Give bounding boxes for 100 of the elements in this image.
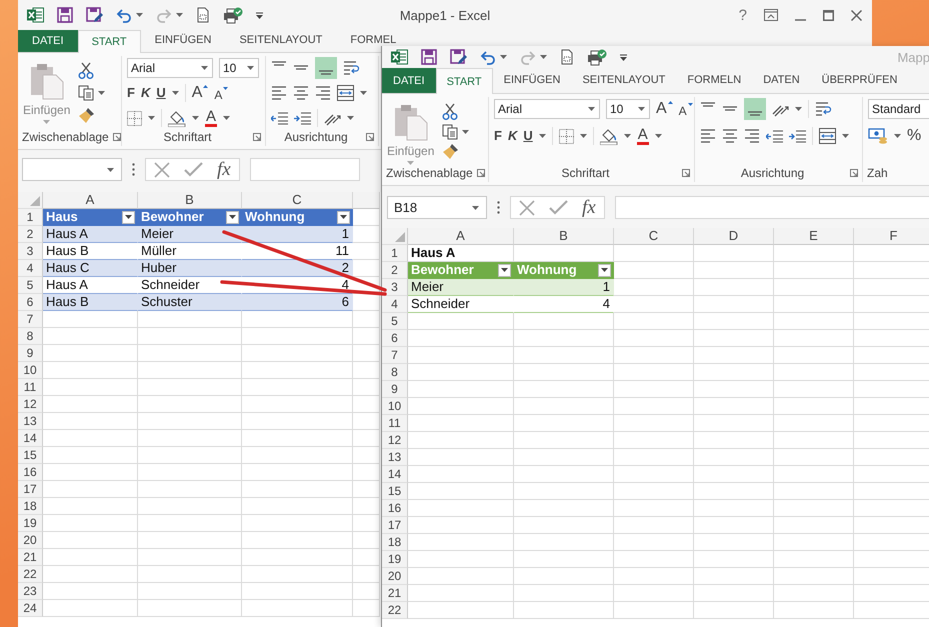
row-header[interactable]: 6 — [382, 330, 408, 347]
row-header[interactable]: 10 — [382, 398, 408, 415]
row-header[interactable]: 1 — [382, 245, 408, 262]
column-header[interactable]: F — [854, 228, 929, 245]
increase-indent-icon[interactable] — [294, 112, 311, 124]
merge-cells-icon[interactable] — [337, 85, 354, 101]
dropdown-caret-icon[interactable] — [201, 66, 208, 70]
filter-button[interactable] — [337, 210, 350, 224]
dropdown-caret-icon[interactable] — [136, 13, 143, 17]
column-header[interactable]: B — [138, 192, 242, 209]
row-header[interactable]: 2 — [382, 262, 408, 279]
dialog-launcher-icon[interactable] — [476, 169, 485, 177]
row-header[interactable]: 24 — [18, 600, 43, 617]
shrink-font-button[interactable]: A — [214, 84, 228, 102]
align-center-icon[interactable] — [722, 129, 738, 143]
row-header[interactable]: 17 — [18, 481, 43, 498]
save-as-icon[interactable] — [86, 6, 103, 24]
number-format-field[interactable]: Standard — [868, 99, 929, 119]
row-header[interactable]: 9 — [18, 345, 43, 362]
clipboard-icon[interactable] — [30, 62, 64, 100]
row-header[interactable]: 15 — [18, 447, 43, 464]
percent-button[interactable]: % — [907, 128, 922, 144]
undo-icon[interactable] — [116, 8, 132, 22]
dropdown-caret-icon[interactable] — [538, 134, 546, 138]
row-header[interactable]: 20 — [18, 532, 43, 549]
bold-button[interactable]: F — [494, 128, 502, 144]
print-preview-icon[interactable] — [196, 7, 210, 23]
font-color-button[interactable]: A — [636, 128, 649, 144]
font-size-field[interactable]: 10 — [219, 58, 259, 78]
underline-button[interactable]: U — [523, 128, 533, 144]
row-header[interactable]: 18 — [382, 534, 408, 551]
row-header[interactable]: 13 — [18, 413, 43, 430]
underline-button[interactable]: U — [156, 85, 166, 101]
fill-bucket-icon[interactable] — [600, 128, 618, 144]
row-header[interactable]: 17 — [382, 517, 408, 534]
increase-indent-icon[interactable] — [789, 130, 806, 142]
filter-button[interactable] — [598, 264, 611, 276]
row-header[interactable]: 8 — [382, 364, 408, 381]
align-left-icon[interactable] — [700, 129, 716, 143]
filter-button[interactable] — [226, 210, 239, 224]
copy-icon[interactable] — [78, 85, 94, 101]
decrease-indent-icon[interactable] — [271, 112, 288, 124]
help-button[interactable]: ? — [738, 6, 747, 24]
ribbon-tab[interactable]: DATEN — [752, 74, 811, 86]
row-header[interactable]: 15 — [382, 483, 408, 500]
row-header[interactable]: 9 — [382, 381, 408, 398]
ribbon-tab[interactable]: EINFÜGEN — [140, 34, 226, 46]
save-icon[interactable] — [421, 49, 437, 65]
row-header[interactable]: 13 — [382, 449, 408, 466]
font-size-field[interactable]: 10 — [606, 99, 650, 119]
column-header[interactable]: D — [694, 228, 774, 245]
column-header[interactable]: C — [242, 192, 353, 209]
file-tab[interactable]: DATEI — [18, 30, 78, 52]
dialog-launcher-icon[interactable] — [366, 133, 374, 141]
dropdown-caret-icon[interactable] — [795, 107, 802, 111]
font-name-field[interactable]: Arial — [127, 58, 213, 78]
dropdown-caret-icon[interactable] — [842, 134, 849, 138]
decrease-indent-icon[interactable] — [766, 130, 783, 142]
ribbon-tab[interactable]: ÜBERPRÜFEN — [810, 74, 908, 86]
copy-icon[interactable] — [442, 124, 458, 140]
borders-icon[interactable] — [558, 128, 574, 144]
row-header[interactable]: 19 — [382, 551, 408, 568]
currency-icon[interactable] — [868, 128, 888, 144]
dropdown-caret-icon[interactable] — [472, 206, 479, 210]
row-header[interactable]: 12 — [382, 432, 408, 449]
align-right-icon[interactable] — [744, 129, 760, 143]
dropdown-caret-icon[interactable] — [654, 134, 662, 138]
grip-icon[interactable] — [132, 163, 135, 176]
italic-button[interactable]: K — [140, 85, 150, 101]
dropdown-caret-icon[interactable] — [223, 116, 230, 120]
clipboard-icon[interactable] — [394, 103, 428, 141]
insert-function-button[interactable]: fx — [582, 196, 596, 218]
row-header[interactable]: 22 — [18, 566, 43, 583]
column-header[interactable]: A — [43, 192, 138, 209]
dropdown-caret-icon[interactable] — [500, 55, 507, 59]
cut-icon[interactable] — [78, 62, 94, 79]
printer-check-icon[interactable] — [587, 48, 607, 66]
row-header[interactable]: 2 — [18, 226, 43, 243]
column-header[interactable]: B — [514, 228, 614, 245]
filter-button[interactable] — [498, 264, 511, 276]
ribbon-tab[interactable]: FORMELN — [676, 74, 752, 86]
dropdown-caret-icon[interactable] — [580, 134, 587, 138]
spreadsheet-app-icon[interactable] — [27, 7, 44, 23]
row-header[interactable]: 16 — [18, 464, 43, 481]
row-header[interactable]: 4 — [18, 260, 43, 277]
row-header[interactable]: 20 — [382, 568, 408, 585]
row-header[interactable]: 18 — [18, 498, 43, 515]
row-header[interactable]: 11 — [382, 415, 408, 432]
row-header[interactable]: 21 — [18, 549, 43, 566]
row-header[interactable]: 3 — [18, 243, 43, 260]
bold-button[interactable]: F — [127, 85, 135, 101]
cut-icon[interactable] — [442, 103, 458, 120]
ribbon-tab[interactable]: START — [436, 68, 493, 94]
column-header[interactable]: E — [774, 228, 854, 245]
dialog-launcher-icon[interactable] — [850, 169, 858, 177]
align-right-icon[interactable] — [315, 86, 331, 100]
maximize-icon[interactable] — [823, 10, 834, 20]
dropdown-caret-icon[interactable] — [462, 130, 470, 134]
dropdown-caret-icon[interactable] — [540, 55, 547, 59]
row-header[interactable]: 7 — [382, 347, 408, 364]
